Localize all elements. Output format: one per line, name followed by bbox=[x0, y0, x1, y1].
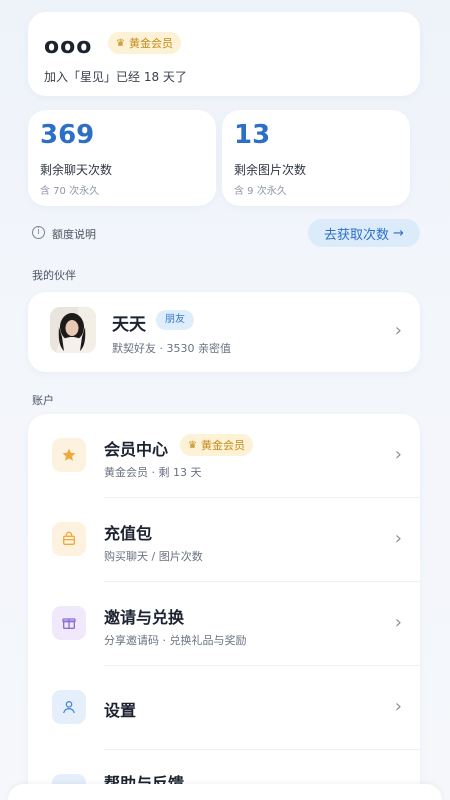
get-quota-label: 去获取次数 bbox=[324, 227, 390, 243]
chat-count-label: 剩余聊天次数 bbox=[40, 163, 113, 177]
user-name: ooo bbox=[44, 34, 93, 59]
membership-badge-label: 黄金会员 bbox=[128, 37, 173, 50]
chevron-right-icon: › bbox=[394, 528, 402, 549]
image-count-sub: 含 9 次永久 bbox=[234, 186, 287, 197]
image-count-value: 13 bbox=[234, 120, 271, 150]
member-center-sub: 黄金会员 · 剩 13 天 bbox=[104, 466, 202, 479]
partner-relation-tag: 朋友 bbox=[156, 310, 194, 330]
account-section-title: 账户 bbox=[32, 394, 54, 407]
joined-days-text: 加入「星见」已经 18 天了 bbox=[44, 70, 187, 84]
menu-item-member-center[interactable]: 会员中心 ♛ 黄金会员 黄金会员 · 剩 13 天 › bbox=[28, 414, 420, 497]
user-icon bbox=[52, 690, 86, 724]
recharge-sub: 购买聊天 / 图片次数 bbox=[104, 550, 203, 563]
invite-title: 邀请与兑换 bbox=[104, 608, 185, 627]
chat-count-sub: 含 70 次永久 bbox=[40, 186, 100, 197]
membership-badge: ♛ 黄金会员 bbox=[108, 32, 181, 54]
chevron-right-icon: › bbox=[394, 444, 402, 465]
star-icon bbox=[52, 438, 86, 472]
chevron-right-icon: › bbox=[394, 612, 402, 633]
settings-title: 设置 bbox=[104, 701, 137, 720]
partner-card[interactable]: 天天 朋友 默契好友 · 3530 亲密值 › bbox=[28, 292, 420, 372]
account-list: 会员中心 ♛ 黄金会员 黄金会员 · 剩 13 天 › 充值包 购买聊天 / 图… bbox=[28, 414, 420, 800]
partner-section-title: 我的伙伴 bbox=[32, 269, 76, 282]
menu-item-settings[interactable]: 设置 › bbox=[28, 666, 420, 749]
quota-info-link[interactable]: 额度说明 bbox=[52, 226, 96, 242]
member-center-title: 会员中心 bbox=[104, 440, 169, 459]
gift-icon bbox=[52, 606, 86, 640]
partner-name: 天天 bbox=[112, 315, 146, 335]
member-center-badge: ♛ 黄金会员 bbox=[180, 434, 253, 456]
get-quota-button[interactable]: 去获取次数 → bbox=[308, 219, 420, 247]
chat-count-card: 369 剩余聊天次数 含 70 次永久 bbox=[28, 110, 216, 206]
bag-icon bbox=[52, 522, 86, 556]
crown-icon: ♛ bbox=[188, 439, 197, 451]
image-count-card: 13 剩余图片次数 含 9 次永久 bbox=[222, 110, 410, 206]
bottom-tab-bar bbox=[8, 784, 442, 800]
partner-intimacy: 默契好友 · 3530 亲密值 bbox=[112, 342, 231, 355]
menu-item-invite[interactable]: 邀请与兑换 分享邀请码 · 兑换礼品与奖励 › bbox=[28, 582, 420, 665]
image-count-label: 剩余图片次数 bbox=[234, 163, 307, 177]
recharge-title: 充值包 bbox=[104, 524, 153, 543]
chevron-right-icon: › bbox=[394, 696, 402, 717]
chevron-right-icon: › bbox=[394, 320, 402, 341]
partner-avatar bbox=[50, 307, 96, 353]
invite-sub: 分享邀请码 · 兑换礼品与奖励 bbox=[104, 634, 247, 647]
crown-icon: ♛ bbox=[116, 37, 125, 49]
member-center-badge-label: 黄金会员 bbox=[200, 439, 245, 452]
menu-item-recharge[interactable]: 充值包 购买聊天 / 图片次数 › bbox=[28, 498, 420, 581]
profile-card[interactable]: ooo ♛ 黄金会员 加入「星见」已经 18 天了 bbox=[28, 12, 420, 96]
info-icon[interactable]: i bbox=[32, 226, 45, 239]
arrow-right-icon: → bbox=[393, 225, 404, 241]
chat-count-value: 369 bbox=[40, 120, 95, 150]
